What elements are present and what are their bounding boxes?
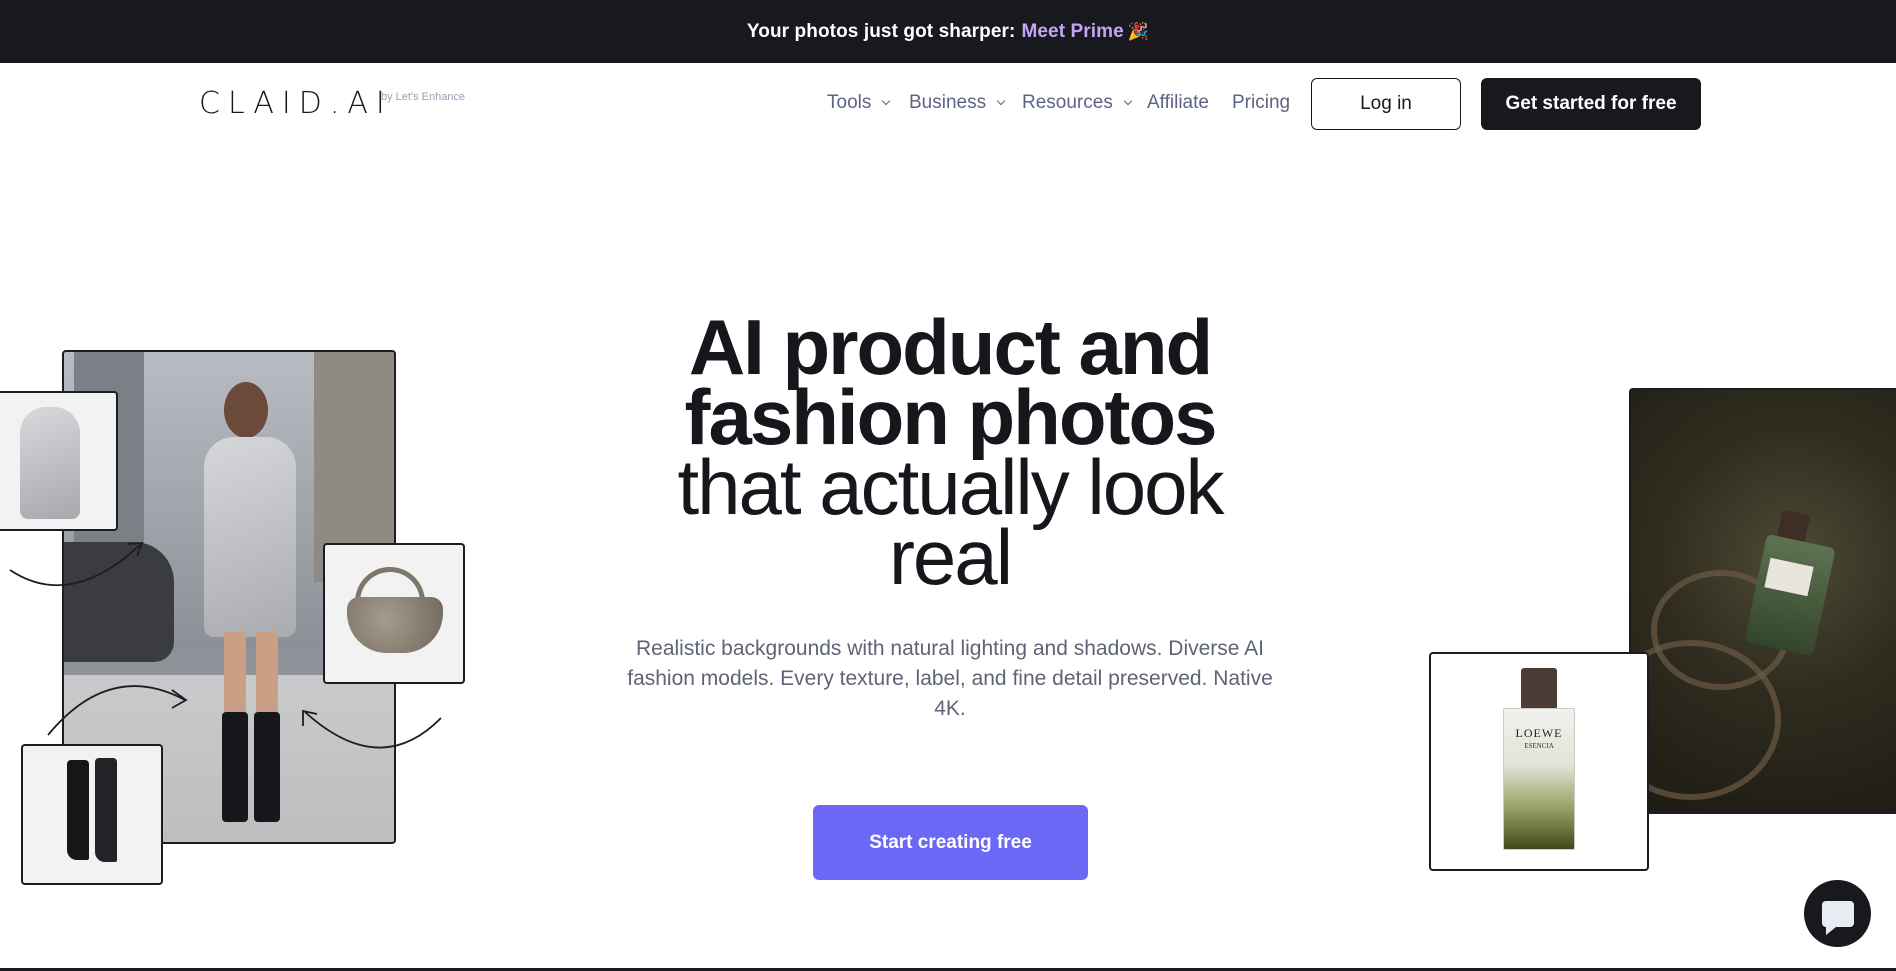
claid-logo[interactable]: CLAID.AI: [199, 86, 393, 121]
meet-prime-link[interactable]: Meet Prime: [1021, 21, 1123, 43]
nav-business[interactable]: Business: [909, 92, 1006, 114]
chat-button[interactable]: [1804, 880, 1871, 947]
logo-subtitle: by Let's Enhance: [381, 91, 466, 103]
hero-title-line: that actually look: [677, 443, 1224, 531]
bottle-cap: [1521, 668, 1557, 710]
nav-pricing-label: Pricing: [1232, 92, 1291, 113]
bag-shape: [347, 597, 443, 653]
dress-shape: [20, 407, 80, 519]
hero-subtitle: Realistic backgrounds with natural light…: [627, 637, 1273, 720]
bag-thumbnail: [323, 543, 465, 684]
hero-title-line: AI product and: [688, 303, 1213, 391]
model-head: [224, 382, 268, 438]
chat-icon: [1821, 900, 1854, 935]
party-icon: 🎉: [1127, 21, 1150, 41]
perfume-thumbnail: LOEWE ESENCIA: [1429, 652, 1649, 871]
login-button[interactable]: Log in: [1311, 78, 1461, 130]
nav-resources-label: Resources: [1022, 92, 1113, 113]
boot-shape: [95, 758, 117, 862]
announcement-bar: Your photos just got sharper: Meet Prime…: [0, 0, 1896, 63]
nav-business-label: Business: [909, 92, 987, 113]
get-started-button[interactable]: Get started for free: [1481, 78, 1701, 130]
start-creating-button[interactable]: Start creating free: [813, 805, 1088, 880]
nav-affiliate[interactable]: Affiliate: [1147, 92, 1209, 114]
dress-thumbnail: [0, 391, 118, 531]
nav-pricing[interactable]: Pricing: [1232, 92, 1290, 114]
model-figure: [194, 382, 304, 822]
nav-affiliate-label: Affiliate: [1147, 92, 1209, 113]
hero-title-line: real: [888, 513, 1013, 601]
model-boot: [222, 712, 248, 822]
boot-shape: [67, 760, 89, 860]
forest-perfume-photo: [1629, 388, 1896, 814]
model-leg: [256, 632, 278, 722]
hero-title: AI product and fashion photos that actua…: [580, 303, 1320, 601]
nav-resources[interactable]: Resources: [1022, 92, 1133, 114]
chevron-down-icon: [1123, 96, 1133, 106]
model-dress: [204, 437, 296, 637]
chevron-down-icon: [996, 96, 1006, 106]
model-leg: [224, 632, 246, 722]
model-boot: [254, 712, 280, 822]
perfume-sub: ESENCIA: [1524, 742, 1554, 750]
boots-thumbnail: [21, 744, 163, 885]
perfume-brand: LOEWE: [1515, 726, 1563, 740]
nav-tools[interactable]: Tools: [827, 92, 891, 114]
announcement-text: Your photos just got sharper:: [746, 20, 1016, 42]
nav-tools-label: Tools: [827, 92, 872, 113]
hero-title-line: fashion photos: [684, 373, 1218, 461]
chevron-down-icon: [882, 96, 891, 106]
car: [64, 542, 174, 662]
perfume-bottle: [1744, 533, 1836, 657]
